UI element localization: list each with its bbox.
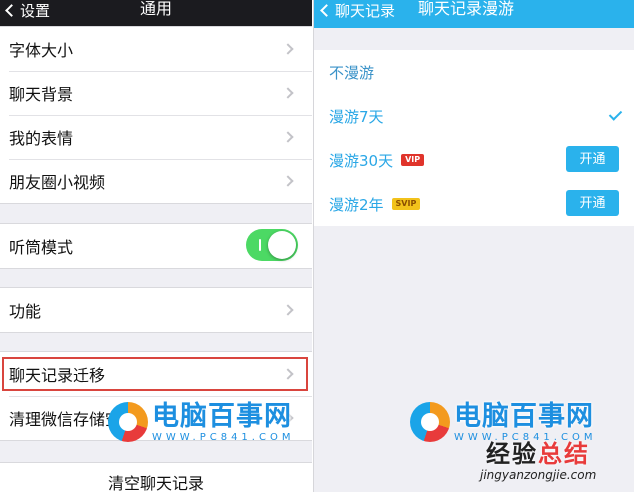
roaming-option-7-days[interactable]: 漫游7天	[314, 94, 634, 138]
settings-group-features: 功能	[0, 287, 312, 333]
settings-item-label: 字体大小	[9, 41, 74, 60]
pc841-watermark-right: 电脑百事网 WWW.PC841.COM	[410, 402, 596, 444]
watermark-name: 电脑百事网	[152, 401, 292, 432]
activate-2-years-button[interactable]: 开通	[566, 190, 619, 216]
chevron-right-icon	[282, 43, 294, 55]
option-label: 漫游7天	[329, 107, 384, 126]
activate-30-days-button[interactable]: 开通	[566, 146, 619, 172]
back-button[interactable]: 聊天记录	[320, 0, 395, 20]
clear-chat-history-label: 清空聊天记录	[107, 474, 204, 492]
back-button-label: 聊天记录	[335, 1, 396, 20]
watermark-name: 经验总结	[486, 440, 596, 468]
settings-item-features[interactable]: 功能	[0, 288, 312, 332]
chevron-right-icon	[282, 175, 294, 187]
roaming-option-2-years[interactable]: 漫游2年 SVIP 开通	[314, 182, 634, 226]
toggle-on-indicator	[259, 239, 261, 251]
checkmark-icon	[608, 107, 623, 121]
pc841-logo-icon	[410, 402, 450, 442]
watermark-url: jingyanzongjie.com	[480, 468, 597, 482]
page-title: 通用	[139, 0, 172, 18]
settings-item-label: 聊天背景	[9, 85, 74, 104]
settings-item-moments-video[interactable]: 朋友圈小视频	[0, 159, 312, 203]
watermark-name: 电脑百事网	[454, 401, 594, 432]
settings-item-label: 我的表情	[9, 129, 74, 148]
watermark-url: WWW.PC841.COM	[152, 432, 295, 443]
roaming-option-30-days[interactable]: 漫游30天 VIP 开通	[314, 138, 634, 182]
navigation-bar: 聊天记录 聊天记录漫游	[314, 0, 634, 28]
roaming-option-none[interactable]: 不漫游	[314, 50, 634, 94]
settings-item-earpiece-mode: 听筒模式	[0, 224, 312, 268]
settings-item-chat-background[interactable]: 聊天背景	[0, 71, 312, 115]
pc841-watermark: 电脑百事网 WWW.PC841.COM	[108, 402, 294, 444]
option-label: 漫游30天	[329, 151, 394, 170]
vip-badge: VIP	[401, 154, 425, 166]
earpiece-mode-toggle[interactable]	[246, 229, 298, 261]
settings-item-label: 听筒模式	[9, 238, 74, 257]
watermark-name-accent: 总结	[538, 440, 590, 468]
chevron-right-icon	[282, 87, 294, 99]
settings-item-font-size[interactable]: 字体大小	[0, 27, 312, 71]
chevron-right-icon	[282, 131, 294, 143]
option-label: 不漫游	[329, 63, 375, 82]
settings-item-my-stickers[interactable]: 我的表情	[0, 115, 312, 159]
settings-group-display: 字体大小 聊天背景 我的表情 朋友圈小视频	[0, 26, 312, 204]
navigation-bar: 设置 通用	[0, 0, 312, 26]
jingyan-watermark: 经验总结 jingyanzongjie.com	[480, 440, 596, 482]
chevron-left-icon	[320, 3, 333, 17]
settings-item-label: 功能	[9, 302, 42, 321]
settings-group-earpiece: 听筒模式	[0, 223, 312, 269]
clear-chat-history-button[interactable]: 清空聊天记录	[0, 462, 312, 492]
pc841-logo-icon	[108, 402, 148, 442]
settings-item-label: 朋友圈小视频	[9, 173, 106, 192]
watermark-name-part: 经验	[486, 440, 538, 468]
roaming-options-list: 不漫游 漫游7天 漫游30天 VIP 开通 漫游2年 SVIP 开通	[314, 50, 634, 226]
toggle-knob	[268, 231, 296, 259]
option-label: 漫游2年	[329, 195, 384, 214]
page-title: 聊天记录漫游	[418, 0, 515, 18]
highlight-box	[2, 357, 308, 391]
svip-badge: SVIP	[391, 198, 421, 210]
chevron-right-icon	[282, 304, 294, 316]
